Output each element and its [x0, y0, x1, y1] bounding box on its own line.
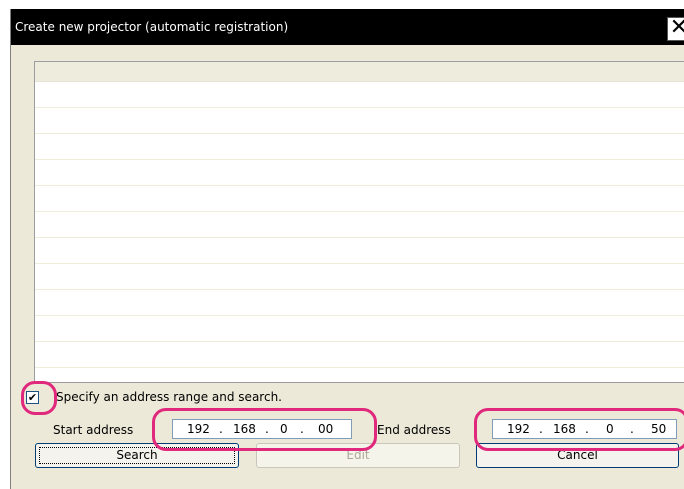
title-bar: Create new projector (automatic registra…: [11, 9, 684, 45]
list-row[interactable]: [35, 186, 684, 212]
list-header: [35, 62, 684, 82]
list-row[interactable]: [35, 134, 684, 160]
list-row[interactable]: [35, 82, 684, 108]
specify-range-label: Specify an address range and search.: [56, 390, 282, 404]
list-row[interactable]: [35, 238, 684, 264]
start-address-label: Start address: [53, 423, 134, 437]
window-title: Create new projector (automatic registra…: [15, 20, 289, 34]
end-address-label: End address: [377, 423, 451, 437]
list-row[interactable]: [35, 342, 684, 368]
checkbox-highlight: [21, 381, 57, 415]
list-row[interactable]: [35, 160, 684, 186]
list-row[interactable]: [35, 212, 684, 238]
list-row[interactable]: [35, 316, 684, 342]
list-row[interactable]: [35, 108, 684, 134]
projector-list[interactable]: [34, 61, 684, 383]
close-icon[interactable]: ✕: [667, 17, 684, 41]
list-row[interactable]: [35, 264, 684, 290]
end-address-highlight: [474, 408, 684, 451]
start-address-highlight: [152, 408, 377, 451]
list-row[interactable]: [35, 290, 684, 316]
